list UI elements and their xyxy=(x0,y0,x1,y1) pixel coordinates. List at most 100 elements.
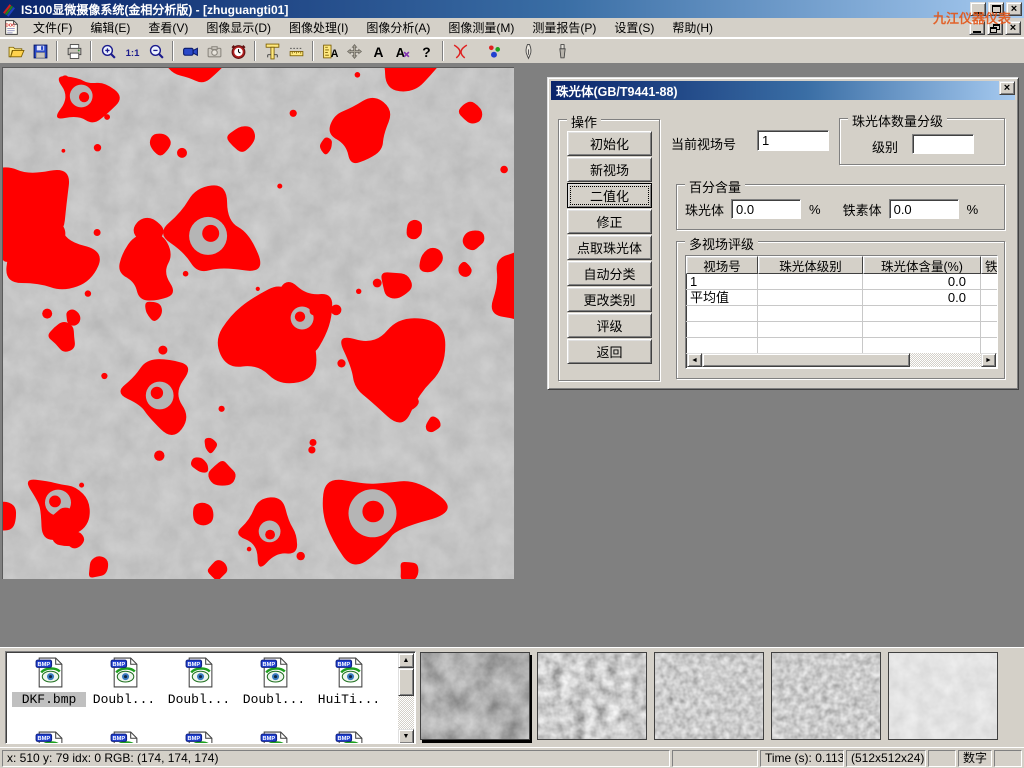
op-button-4[interactable]: 点取珠光体 xyxy=(567,235,652,260)
measure-text-button[interactable]: A xyxy=(318,40,342,62)
caliper-button[interactable] xyxy=(260,40,284,62)
op-button-5[interactable]: 自动分类 xyxy=(567,261,652,286)
op-button-8[interactable]: 返回 xyxy=(567,339,652,364)
op-button-2[interactable]: 二值化 xyxy=(567,183,652,208)
camera-button[interactable] xyxy=(202,40,226,62)
hscroll-thumb[interactable] xyxy=(702,353,910,367)
pearlite-percent-input[interactable] xyxy=(731,199,801,219)
mdi-restore-button[interactable] xyxy=(987,21,1003,35)
specimen-thumbnail-2[interactable] xyxy=(654,652,764,740)
specimen-thumbnail-3[interactable] xyxy=(771,652,881,740)
table-header-2[interactable]: 珠光体含量(%) xyxy=(863,256,981,274)
vscroll-track[interactable] xyxy=(398,696,414,729)
probe-button[interactable] xyxy=(550,40,574,62)
menu-item-0[interactable]: 文件(F) xyxy=(24,17,81,38)
menu-item-9[interactable]: 帮助(H) xyxy=(663,17,722,38)
hscroll-track[interactable] xyxy=(910,353,981,367)
op-button-6[interactable]: 更改类别 xyxy=(567,287,652,312)
file-item-partial[interactable]: BMP xyxy=(87,730,161,744)
close-button[interactable]: × xyxy=(1006,2,1022,16)
specimen-image[interactable] xyxy=(2,67,514,579)
minimize-icon xyxy=(974,12,982,14)
file-item-partial[interactable]: BMP xyxy=(12,730,86,744)
menu-item-4[interactable]: 图像处理(I) xyxy=(280,17,357,38)
grade-level-input[interactable] xyxy=(912,134,974,154)
menu-item-6[interactable]: 图像测量(M) xyxy=(439,17,523,38)
table-row-1[interactable]: 平均值0.0 xyxy=(686,290,997,306)
current-field-input[interactable] xyxy=(757,130,829,151)
table-row-2[interactable] xyxy=(686,306,997,322)
specimen-thumbnail-1[interactable] xyxy=(537,652,647,740)
svg-text:DOC: DOC xyxy=(5,22,16,27)
file-item-partial[interactable]: BMP xyxy=(312,730,386,744)
op-button-1[interactable]: 新视场 xyxy=(567,157,652,182)
video-camera-button[interactable] xyxy=(178,40,202,62)
zoom-out-button[interactable] xyxy=(144,40,168,62)
table-header-1[interactable]: 珠光体级别 xyxy=(758,256,863,274)
mdi-close-button[interactable]: × xyxy=(1005,21,1021,35)
actual-size-button[interactable]: 1:1 xyxy=(120,40,144,62)
scroll-up-button[interactable]: ▲ xyxy=(398,653,414,668)
move-button[interactable] xyxy=(342,40,366,62)
color-points-icon xyxy=(486,43,503,60)
specimen-thumbnail-4[interactable] xyxy=(888,652,998,740)
open-button[interactable] xyxy=(4,40,28,62)
ferrite-label: 铁素体 xyxy=(843,200,882,219)
table-row-4[interactable] xyxy=(686,338,997,354)
file-item-partial[interactable]: BMP xyxy=(237,730,311,744)
zoom-in-button[interactable] xyxy=(96,40,120,62)
menu-item-5[interactable]: 图像分析(A) xyxy=(357,17,439,38)
file-list[interactable]: BMPDKF.bmpBMPDoubl...BMPDoubl...BMPDoubl… xyxy=(5,651,416,744)
dialog-title-bar[interactable]: 珠光体(GB/T9441-88) xyxy=(551,81,1015,100)
table-cell xyxy=(981,338,998,353)
scroll-right-button[interactable]: ► xyxy=(981,353,996,367)
menu-item-8[interactable]: 设置(S) xyxy=(605,17,663,38)
mdi-minimize-button[interactable] xyxy=(969,21,985,35)
scroll-down-button[interactable]: ▼ xyxy=(398,729,414,744)
bmp-file-icon: BMP xyxy=(33,656,66,689)
file-item-0[interactable]: BMPDKF.bmp xyxy=(12,656,86,707)
file-item-3[interactable]: BMPDoubl... xyxy=(237,656,311,707)
status-image-size: (512x512x24) xyxy=(846,750,926,767)
file-item-1[interactable]: BMPDoubl... xyxy=(87,656,161,707)
table-hscrollbar[interactable]: ◄ ► xyxy=(687,353,996,367)
curve-button[interactable] xyxy=(448,40,472,62)
print-button[interactable] xyxy=(62,40,86,62)
menu-item-7[interactable]: 测量报告(P) xyxy=(523,17,605,38)
help-button[interactable]: ? xyxy=(414,40,438,62)
text-button[interactable]: A xyxy=(366,40,390,62)
vscroll-thumb[interactable] xyxy=(398,668,414,696)
menu-item-3[interactable]: 图像显示(D) xyxy=(197,17,280,38)
minimize-button[interactable] xyxy=(970,2,986,16)
text-style-button[interactable]: A xyxy=(390,40,414,62)
table-row-0[interactable]: 10.0 xyxy=(686,274,997,290)
scroll-left-button[interactable]: ◄ xyxy=(687,353,702,367)
table-row-3[interactable] xyxy=(686,322,997,338)
pen-button[interactable] xyxy=(516,40,540,62)
ferrite-percent-input[interactable] xyxy=(889,199,959,219)
menu-item-1[interactable]: 编辑(E) xyxy=(81,17,139,38)
file-item-4[interactable]: BMPHuiTi... xyxy=(312,656,386,707)
bmp-file-icon: BMP xyxy=(183,730,216,744)
op-button-0[interactable]: 初始化 xyxy=(567,131,652,156)
save-button[interactable] xyxy=(28,40,52,62)
op-button-3[interactable]: 修正 xyxy=(567,209,652,234)
mdi-restore-icon xyxy=(990,24,1000,33)
color-points-button[interactable] xyxy=(482,40,506,62)
file-item-2[interactable]: BMPDoubl... xyxy=(162,656,236,707)
filelist-vscrollbar[interactable]: ▲▼ xyxy=(398,653,414,744)
timer-button[interactable] xyxy=(226,40,250,62)
menu-item-2[interactable]: 查看(V) xyxy=(139,17,197,38)
maximize-button[interactable] xyxy=(988,2,1004,16)
dialog-close-button[interactable]: × xyxy=(999,81,1015,95)
op-button-7[interactable]: 评级 xyxy=(567,313,652,338)
specimen-thumbnail-0[interactable] xyxy=(420,652,530,740)
document-icon[interactable]: DOC xyxy=(3,19,20,36)
toolbar: 1:1AAA? xyxy=(0,38,1024,64)
table-header-0[interactable]: 视场号 xyxy=(686,256,758,274)
table-header-3[interactable]: 铁素体含量(%) xyxy=(981,256,998,274)
ruler-button[interactable] xyxy=(284,40,308,62)
toolbar-separator xyxy=(442,41,444,61)
multifield-table[interactable]: 视场号珠光体级别珠光体含量(%)铁素体含量(%) 10.0平均值0.0 ◄ ► xyxy=(685,255,998,369)
file-item-partial[interactable]: BMP xyxy=(162,730,236,744)
